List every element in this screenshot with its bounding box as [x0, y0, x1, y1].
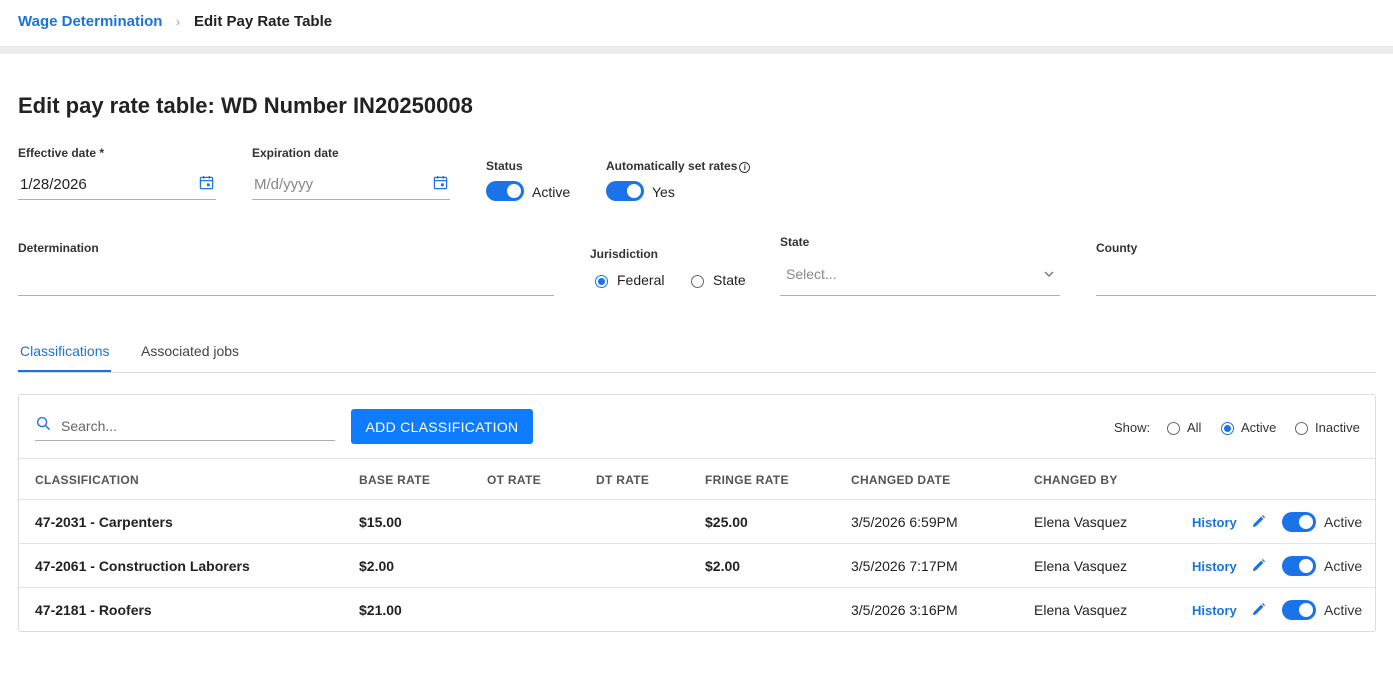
show-inactive-label[interactable]: Inactive	[1315, 420, 1360, 435]
calendar-icon[interactable]	[199, 175, 214, 190]
expiration-date-field	[252, 170, 450, 200]
breadcrumb-separator: ›	[176, 15, 180, 29]
base-rate-cell: $2.00	[359, 558, 395, 574]
fringe-rate-cell: $25.00	[705, 514, 748, 530]
pencil-icon[interactable]	[1251, 602, 1266, 617]
changed-by-cell: Elena Vasquez	[1034, 514, 1128, 530]
show-all-label[interactable]: All	[1187, 420, 1201, 435]
effective-date-field	[18, 170, 216, 200]
row-status-text: Active	[1324, 514, 1363, 530]
changed-date-cell: 3/5/2026 3:16PM	[851, 602, 958, 618]
base-rate-cell: $21.00	[359, 602, 402, 618]
show-filter-label: Show:	[1114, 420, 1151, 435]
classifications-panel: ADD CLASSIFICATION Show: All Active Inac…	[18, 394, 1376, 632]
jurisdiction-federal-label[interactable]: Federal	[617, 272, 664, 288]
state-select-placeholder: Select...	[786, 266, 837, 282]
determination-input[interactable]	[18, 262, 554, 296]
effective-date-label: Effective date *	[18, 146, 105, 160]
auto-set-rates-toggle[interactable]	[606, 181, 644, 201]
tab-classifications[interactable]: Classifications	[20, 343, 109, 359]
column-header-base-rate[interactable]: BASE RATE	[359, 473, 430, 487]
chevron-down-icon	[1044, 271, 1054, 277]
column-header-changed-date[interactable]: CHANGED DATE	[851, 473, 950, 487]
breadcrumb-wage-determination[interactable]: Wage Determination	[18, 13, 162, 30]
state-label: State	[780, 235, 810, 249]
county-label: County	[1096, 241, 1138, 255]
row-status-toggle[interactable]	[1282, 556, 1316, 576]
search-field	[35, 411, 335, 441]
show-active-radio[interactable]	[1221, 422, 1234, 435]
page-title: Edit pay rate table: WD Number IN2025000…	[18, 93, 473, 118]
auto-set-rates-label: Automatically set rates i	[606, 159, 751, 173]
classification-cell: 47-2031 - Carpenters	[35, 514, 173, 530]
column-header-changed-by[interactable]: CHANGED BY	[1034, 473, 1118, 487]
breadcrumb-current: Edit Pay Rate Table	[194, 13, 333, 30]
pencil-icon[interactable]	[1251, 514, 1266, 529]
expiration-date-label: Expiration date	[252, 146, 339, 160]
status-toggle[interactable]	[486, 181, 524, 201]
base-rate-cell: $15.00	[359, 514, 402, 530]
determination-label: Determination	[18, 241, 99, 255]
status-toggle-text: Active	[532, 184, 571, 200]
expiration-date-input[interactable]	[252, 170, 450, 198]
row-status-text: Active	[1324, 602, 1363, 618]
tab-associated-jobs[interactable]: Associated jobs	[141, 343, 239, 359]
changed-date-cell: 3/5/2026 7:17PM	[851, 558, 958, 574]
column-header-dt-rate[interactable]: DT RATE	[596, 473, 649, 487]
jurisdiction-state-radio[interactable]	[691, 275, 704, 288]
table-row: 47-2061 - Construction Laborers $2.00 $2…	[19, 543, 1375, 587]
show-all-radio[interactable]	[1167, 422, 1180, 435]
row-status-toggle[interactable]	[1282, 512, 1316, 532]
history-link[interactable]: History	[1192, 559, 1237, 574]
column-header-fringe-rate[interactable]: FRINGE RATE	[705, 473, 789, 487]
fringe-rate-cell: $2.00	[705, 558, 741, 574]
show-inactive-radio[interactable]	[1295, 422, 1308, 435]
search-input[interactable]	[61, 415, 331, 437]
calendar-icon[interactable]	[433, 175, 448, 190]
county-input[interactable]	[1096, 262, 1376, 296]
active-tab-indicator	[18, 370, 111, 372]
column-header-classification[interactable]: CLASSIFICATION	[35, 473, 139, 487]
tabs-border	[18, 372, 1376, 373]
classification-cell: 47-2181 - Roofers	[35, 602, 152, 618]
history-link[interactable]: History	[1192, 603, 1237, 618]
top-bar: Wage Determination › Edit Pay Rate Table	[0, 0, 1393, 46]
state-select[interactable]: Select...	[780, 257, 1060, 296]
table-header-divider	[19, 458, 1375, 459]
table-row: 47-2181 - Roofers $21.00 3/5/2026 3:16PM…	[19, 587, 1375, 631]
changed-date-cell: 3/5/2026 6:59PM	[851, 514, 958, 530]
row-status-toggle[interactable]	[1282, 600, 1316, 620]
table-row: 47-2031 - Carpenters $15.00 $25.00 3/5/2…	[19, 499, 1375, 543]
changed-by-cell: Elena Vasquez	[1034, 602, 1128, 618]
search-icon	[36, 416, 51, 431]
jurisdiction-federal-radio[interactable]	[595, 275, 608, 288]
effective-date-input[interactable]	[18, 170, 216, 198]
row-status-text: Active	[1324, 558, 1363, 574]
history-link[interactable]: History	[1192, 515, 1237, 530]
changed-by-cell: Elena Vasquez	[1034, 558, 1128, 574]
header-divider	[0, 46, 1393, 54]
jurisdiction-label: Jurisdiction	[590, 247, 659, 261]
jurisdiction-state-label[interactable]: State	[713, 272, 746, 288]
classification-cell: 47-2061 - Construction Laborers	[35, 558, 250, 574]
pencil-icon[interactable]	[1251, 558, 1266, 573]
show-active-label[interactable]: Active	[1241, 420, 1276, 435]
column-header-ot-rate[interactable]: OT RATE	[487, 473, 541, 487]
auto-set-rates-toggle-text: Yes	[652, 184, 675, 200]
status-label: Status	[486, 159, 523, 173]
add-classification-button[interactable]: ADD CLASSIFICATION	[351, 409, 533, 444]
auto-set-rates-label-text: Automatically set rates	[606, 159, 738, 173]
info-icon[interactable]: i	[739, 162, 751, 173]
